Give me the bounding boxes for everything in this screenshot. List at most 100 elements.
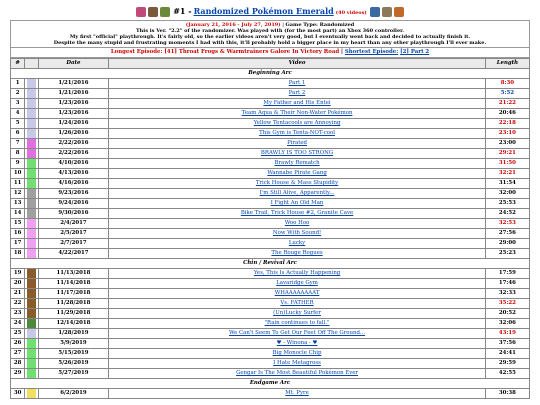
video-link[interactable]: I Hate Metagross [273, 360, 321, 366]
episode-number: 3 [9, 98, 26, 109]
episode-date: 1/21/2016 [37, 88, 110, 99]
video-link[interactable]: Wannabe Pirate Gang [267, 170, 326, 176]
color-swatch [24, 298, 39, 309]
episode-length: 29:59 [484, 358, 531, 369]
video-link[interactable]: I Fight An Old Man [271, 200, 324, 206]
video-link[interactable]: "Rain continues to fall." [265, 320, 330, 326]
episode-length: 20:46 [484, 108, 531, 119]
video-link[interactable]: Vs. FATHER [280, 300, 313, 306]
video-link[interactable]: Woo Hoo [285, 220, 310, 226]
episode-number: 13 [9, 198, 26, 209]
video-link[interactable]: Mt. Pyre [285, 390, 309, 396]
table-row: 18 4/22/2017 The Rouge Rogues 25:23 [9, 248, 531, 259]
episode-date: 11/29/2018 [37, 308, 110, 319]
video-link[interactable]: Yellow Tentacools are Annoying [254, 120, 341, 126]
video-link[interactable]: Trick House & Mass Stupidity [256, 180, 338, 186]
color-swatch [24, 358, 39, 369]
episode-number: 16 [9, 228, 26, 239]
swatch-fill [27, 339, 36, 348]
swatch-fill [27, 149, 36, 158]
video-link[interactable]: (Un)Lucky Surfer [273, 310, 321, 316]
video-link[interactable]: My Father and His Entei [263, 100, 330, 106]
color-swatch [24, 118, 39, 129]
episode-number: 17 [9, 238, 26, 249]
table-row: 14 9/30/2016 Bike Trail, Trick House #2, G… [9, 208, 531, 219]
episode-date: 9/23/2016 [37, 188, 110, 199]
episode-length: 17:46 [484, 278, 531, 289]
playlist-number: #1 - [173, 6, 192, 16]
video-link[interactable]: Yes, This Is Actually Happening [254, 270, 340, 276]
table-row: 17 2/7/2017 Lucky 29:00 [9, 238, 531, 249]
video-link[interactable]: BRAWLY IS TOO STRONG [261, 150, 333, 156]
episode-length: 32:00 [484, 188, 531, 199]
episode-number: 19 [9, 268, 26, 279]
video-link[interactable]: Big Monocle Chip [273, 350, 322, 356]
video-link[interactable]: Team Aqua & Their Non-Water Pokémon [242, 110, 353, 116]
episode-date: 2/22/2016 [37, 148, 110, 159]
video-link[interactable]: ♥ - Winona - ♥ [277, 340, 318, 346]
pokemon-sprite-5-icon [381, 7, 392, 17]
video-cell: BRAWLY IS TOO STRONG [108, 148, 486, 159]
video-link[interactable]: Pirated [287, 140, 307, 146]
video-cell: This Gym is Tenta-NOT-cool [108, 128, 486, 139]
col-date: Date [37, 58, 110, 69]
video-cell: Now With Sound! [108, 228, 486, 239]
video-link[interactable]: WHAAAAAAAAT [275, 290, 320, 296]
video-link[interactable]: Lavaridge Gym [276, 280, 318, 286]
color-swatch [24, 218, 39, 229]
episode-length: 29:21 [484, 148, 531, 159]
table-row: 5 1/24/2016 Yellow Tentacools are Annoying… [9, 118, 531, 129]
table-row: 8 2/22/2016 BRAWLY IS TOO STRONG 29:21 [9, 148, 531, 159]
video-link[interactable]: Part 2 [289, 90, 306, 96]
color-swatch [24, 198, 39, 209]
pokemon-sprite-3-icon [160, 7, 171, 17]
video-link[interactable]: Gengar Is The Most Beautiful Pokémon Eve… [236, 370, 358, 376]
episode-records: Longest Episode: [41] Throat Frogs & War… [10, 48, 530, 58]
table-row: 19 11/13/2018 Yes, This Is Actually Happen… [9, 268, 531, 279]
episode-date: 11/28/2018 [37, 298, 110, 309]
video-link[interactable]: Brawly Rematch [274, 160, 319, 166]
episode-date: 11/13/2018 [37, 268, 110, 279]
swatch-fill [27, 309, 36, 318]
video-cell: WHAAAAAAAAT [108, 288, 486, 299]
video-cell: I Fight An Old Man [108, 198, 486, 209]
episode-number: 9 [9, 158, 26, 169]
video-cell: Lavaridge Gym [108, 278, 486, 289]
episode-length: 17:59 [484, 268, 531, 279]
arc-header-row: Beginning Arc [10, 68, 530, 79]
video-link[interactable]: Now With Sound! [273, 230, 321, 236]
swatch-fill [27, 369, 36, 378]
video-link[interactable]: This Gym is Tenta-NOT-cool [259, 130, 335, 136]
table-row: 2 1/21/2016 Part 2 5:52 [9, 88, 531, 99]
episode-date: 5/9/2019 [37, 338, 110, 349]
video-link[interactable]: I'm Still Alive, Apparently... [260, 190, 335, 196]
swatch-fill [27, 359, 36, 368]
video-link[interactable]: Lucky [289, 240, 305, 246]
video-cell: Part 2 [108, 88, 486, 99]
arc-title: Endgame Arc [10, 378, 530, 389]
table-row: 24 12/14/2018 "Rain continues to fall." 32:… [9, 318, 531, 329]
video-link[interactable]: Bike Trail, Trick House #2, Granite Cave [241, 210, 353, 216]
swatch-fill [27, 299, 36, 308]
swatch-fill [27, 289, 36, 298]
video-link[interactable]: The Rouge Rogues [271, 250, 322, 256]
pokemon-sprite-6-icon [393, 7, 404, 17]
video-count: (40 videos) [335, 10, 367, 16]
video-cell: (Un)Lucky Surfer [108, 308, 486, 319]
video-cell: "Rain continues to fall." [108, 318, 486, 329]
longest-episode-link[interactable]: Longest Episode: [41] Throat Frogs & War… [111, 49, 339, 55]
playlist-title-link[interactable]: Randomized Pokémon Emerald [194, 6, 334, 16]
color-swatch [24, 128, 39, 139]
pokemon-sprite-1-icon [136, 7, 147, 17]
episode-length: 22:18 [484, 118, 531, 129]
color-swatch [24, 388, 39, 399]
video-cell: Yellow Tentacools are Annoying [108, 118, 486, 129]
table-row: 1 1/21/2016 Part 1 8:30 [9, 78, 531, 89]
episode-length: 32:53 [484, 218, 531, 229]
video-link[interactable]: We Can't Seem To Get Our Feet Off The Gr… [229, 330, 365, 336]
color-swatch [24, 98, 39, 109]
video-link[interactable]: Part 1 [289, 80, 306, 86]
table-row: 6 1/26/2016 This Gym is Tenta-NOT-cool 23:1… [9, 128, 531, 139]
shortest-episode-link[interactable]: [2] Part 2 [400, 49, 429, 55]
episode-number: 1 [9, 78, 26, 89]
